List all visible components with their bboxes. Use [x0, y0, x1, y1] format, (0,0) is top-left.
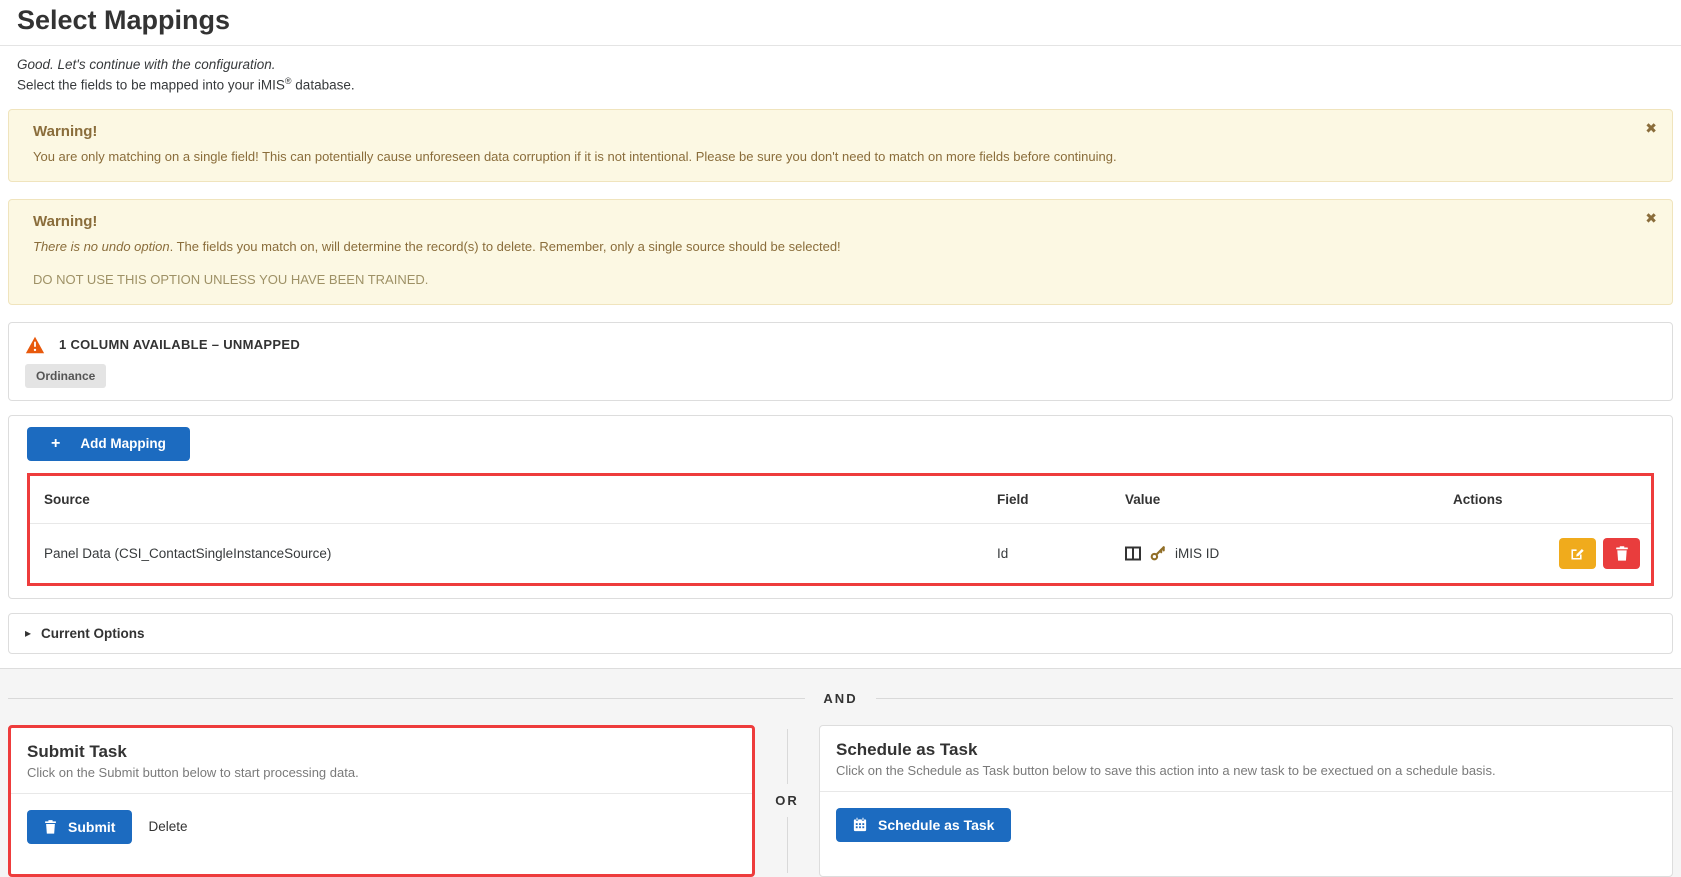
intro-line-2: Select the fields to be mapped into your…: [17, 75, 1664, 96]
warning-text: You are only matching on a single field!…: [33, 148, 1632, 167]
mappings-panel: + Add Mapping Source Field Value Actions…: [8, 415, 1673, 599]
table-row: Panel Data (CSI_ContactSingleInstanceSou…: [30, 523, 1651, 583]
trash-icon: [44, 820, 57, 834]
schedule-task-description: Click on the Schedule as Task button bel…: [836, 763, 1656, 778]
table-header-row: Source Field Value Actions: [30, 476, 1651, 524]
unmapped-header: 1 COLUMN AVAILABLE – UNMAPPED: [25, 336, 1656, 354]
warning-text: There is no undo option. The fields you …: [33, 238, 1632, 257]
column-header-field: Field: [983, 476, 1111, 524]
caret-right-icon: ▸: [25, 626, 31, 640]
warning-title: Warning!: [33, 123, 1632, 140]
submit-button[interactable]: Submit: [27, 810, 132, 844]
current-options-label: Current Options: [41, 626, 145, 641]
intro-line-1: Good. Let's continue with the configurat…: [17, 55, 1664, 75]
delete-mapping-button[interactable]: [1603, 538, 1640, 569]
warning-title: Warning!: [33, 213, 1632, 230]
cell-value: iMIS ID: [1111, 523, 1439, 583]
current-options-toggle[interactable]: ▸ Current Options: [8, 613, 1673, 654]
submit-task-card: Submit Task Click on the Submit button b…: [8, 725, 755, 877]
calendar-icon: [853, 817, 867, 832]
schedule-task-title: Schedule as Task: [836, 740, 1656, 760]
close-icon[interactable]: ✖: [1645, 211, 1657, 225]
submit-task-title: Submit Task: [27, 742, 736, 762]
task-section: AND Submit Task Click on the Submit butt…: [0, 668, 1681, 877]
unmapped-columns-panel: 1 COLUMN AVAILABLE – UNMAPPED Ordinance: [8, 322, 1673, 401]
cell-field: Id: [983, 523, 1111, 583]
cell-actions: [1439, 523, 1651, 583]
and-divider: AND: [8, 669, 1673, 725]
schedule-task-card: Schedule as Task Click on the Schedule a…: [819, 725, 1673, 877]
warning-text-trained: DO NOT USE THIS OPTION UNLESS YOU HAVE B…: [33, 271, 1632, 290]
trash-icon: [1615, 546, 1629, 561]
mappings-table: Source Field Value Actions Panel Data (C…: [30, 476, 1651, 583]
close-icon[interactable]: ✖: [1645, 121, 1657, 135]
action-type-label: Delete: [148, 819, 187, 834]
alert-triangle-icon: [25, 336, 45, 354]
unmapped-count-label: 1 COLUMN AVAILABLE – UNMAPPED: [59, 337, 300, 352]
edit-pencil-icon: [1570, 546, 1585, 561]
intro-text: Good. Let's continue with the configurat…: [17, 55, 1664, 96]
unmapped-column-chip[interactable]: Ordinance: [25, 364, 106, 388]
column-header-source: Source: [30, 476, 983, 524]
registered-mark: ®: [285, 76, 292, 86]
mappings-table-highlight: Source Field Value Actions Panel Data (C…: [27, 473, 1654, 586]
cell-source: Panel Data (CSI_ContactSingleInstanceSou…: [30, 523, 983, 583]
schedule-as-task-button[interactable]: Schedule as Task: [836, 808, 1011, 842]
column-header-value: Value: [1111, 476, 1439, 524]
warning-alert-single-field: ✖ Warning! You are only matching on a si…: [8, 109, 1673, 182]
key-icon: [1150, 545, 1166, 561]
columns-icon: [1125, 546, 1141, 561]
edit-mapping-button[interactable]: [1559, 538, 1596, 569]
page-title: Select Mappings: [0, 0, 1681, 46]
value-label: iMIS ID: [1175, 546, 1219, 561]
or-divider: OR: [755, 725, 819, 877]
submit-task-description: Click on the Submit button below to star…: [27, 765, 736, 780]
plus-icon: +: [51, 436, 60, 452]
warning-alert-no-undo: ✖ Warning! There is no undo option. The …: [8, 199, 1673, 305]
column-header-actions: Actions: [1439, 476, 1651, 524]
add-mapping-button[interactable]: + Add Mapping: [27, 427, 190, 461]
